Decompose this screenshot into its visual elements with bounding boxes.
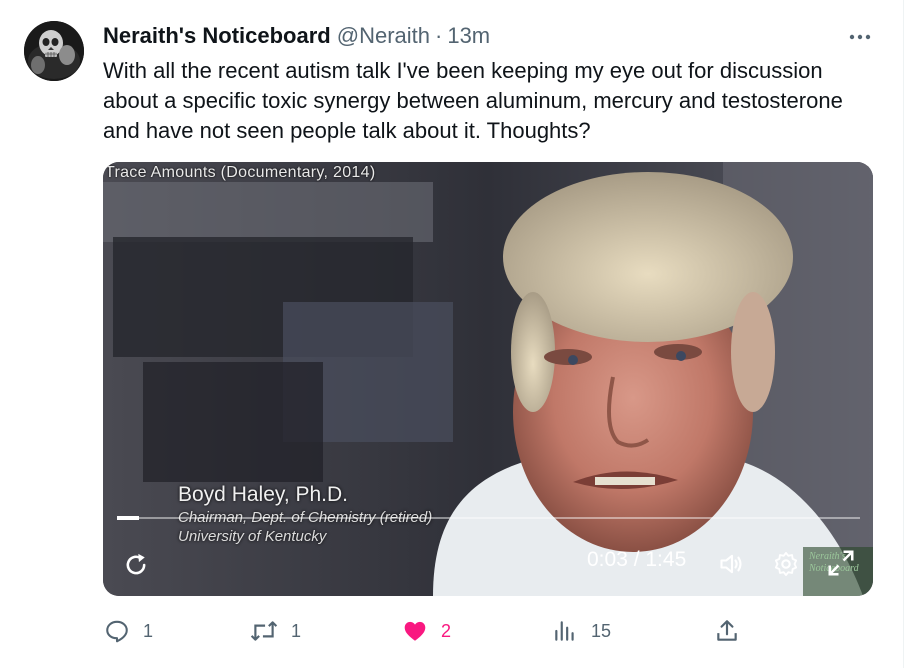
reply-icon	[106, 620, 128, 643]
replay-icon	[126, 553, 146, 575]
avatar[interactable]	[24, 21, 84, 81]
user-handle[interactable]: @Neraith	[337, 23, 430, 49]
settings-button[interactable]	[769, 547, 803, 581]
heart-icon	[404, 621, 426, 641]
like-count: 2	[441, 620, 452, 641]
separator-dot: ·	[435, 23, 443, 48]
views-button[interactable]: 15	[552, 611, 611, 651]
views-icon	[555, 621, 574, 641]
tweet-text: With all the recent autism talk I've bee…	[103, 58, 843, 143]
repost-button[interactable]: 1	[250, 611, 301, 651]
repost-icon	[250, 621, 278, 641]
settings-gear-icon	[774, 551, 798, 577]
skull-avatar-icon	[24, 21, 84, 81]
video-overlay-title: Trace Amounts (Documentary, 2014)	[105, 164, 376, 181]
tweet-action-bar: 1 1 2 15	[0, 611, 912, 651]
repost-count: 1	[291, 620, 302, 641]
replay-button[interactable]	[119, 548, 153, 582]
tweet-card: Neraith's Noticeboard @Neraith · 13m Wit…	[0, 0, 912, 668]
more-options-button[interactable]	[843, 24, 877, 50]
fullscreen-icon	[828, 550, 854, 576]
share-button[interactable]	[714, 611, 740, 651]
lower-third-name: Boyd Haley, Ph.D.	[178, 483, 349, 506]
tweet-header: Neraith's Noticeboard @Neraith · 13m	[103, 22, 490, 50]
video-time-readout: 0:03 / 1:45	[587, 548, 687, 571]
timestamp[interactable]: 13m	[447, 23, 490, 49]
fullscreen-button[interactable]	[823, 545, 859, 581]
volume-button[interactable]	[715, 547, 749, 581]
video-player[interactable]: Trace Amounts (Documentary, 2014) Boyd H…	[103, 162, 873, 596]
display-name[interactable]: Neraith's Noticeboard	[103, 23, 331, 49]
video-progress-bar[interactable]	[117, 516, 860, 520]
more-horizontal-icon	[849, 34, 871, 40]
views-count: 15	[591, 620, 612, 641]
reply-count: 1	[143, 620, 154, 641]
lower-third-org: University of Kentucky	[178, 528, 327, 545]
column-border	[903, 0, 904, 668]
video-progress-fill	[117, 516, 139, 520]
reply-button[interactable]: 1	[104, 611, 153, 651]
like-button[interactable]: 2	[402, 611, 451, 651]
share-icon	[717, 620, 737, 641]
lower-third-caption: Boyd Haley, Ph.D. Chairman, Dept. of Che…	[178, 482, 432, 546]
volume-icon	[720, 554, 742, 574]
